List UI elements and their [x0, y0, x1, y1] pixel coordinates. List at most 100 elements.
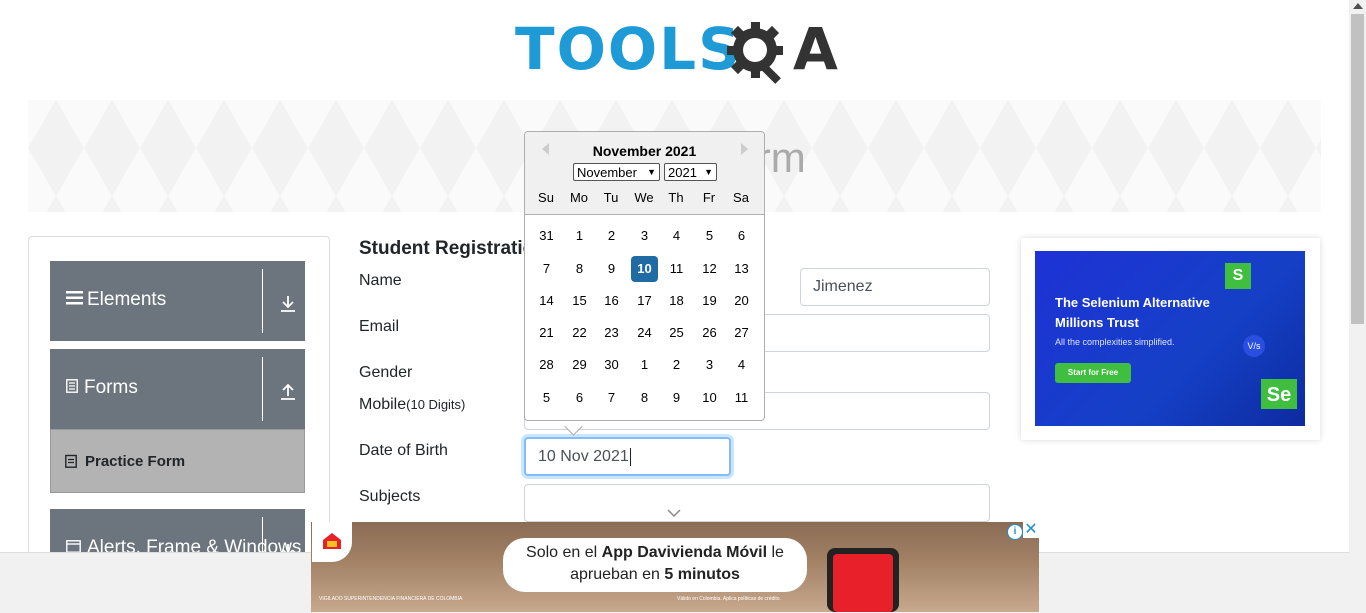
- calendar-day[interactable]: 7: [598, 385, 625, 411]
- chevron-down-icon: [667, 509, 681, 517]
- logo-text-tools: TOOLS: [515, 15, 742, 83]
- upload-arrow-icon[interactable]: [280, 383, 296, 401]
- calendar-day[interactable]: 8: [566, 256, 593, 282]
- calendar-day[interactable]: 26: [696, 320, 723, 346]
- calendar-day[interactable]: 27: [728, 320, 755, 346]
- calendar-day[interactable]: 29: [566, 352, 593, 378]
- calendar-day[interactable]: 25: [663, 320, 690, 346]
- email-label: Email: [359, 318, 400, 335]
- ad-line1-suffix: le: [767, 544, 784, 561]
- day-name: We: [634, 190, 654, 205]
- calendar-day[interactable]: 16: [598, 288, 625, 314]
- toolsqa-logo[interactable]: TOOLS A: [515, 16, 840, 92]
- calendar-day[interactable]: 9: [663, 385, 690, 411]
- day-name: Th: [668, 190, 684, 205]
- calendar-day[interactable]: 30: [598, 352, 625, 378]
- calendar-day[interactable]: 1: [631, 352, 658, 378]
- subjects-input[interactable]: [524, 484, 990, 522]
- calendar-day[interactable]: 17: [631, 288, 658, 314]
- ad-info-icon[interactable]: i: [1007, 524, 1023, 540]
- gear-magnifier-icon: [727, 22, 783, 84]
- ad-brand-badge: [312, 522, 352, 562]
- ad-bottom-banner[interactable]: Solo en el App Davivienda Móvil le aprue…: [311, 522, 1039, 612]
- calendar-day[interactable]: 18: [663, 288, 690, 314]
- calendar-day[interactable]: 9: [598, 256, 625, 282]
- sidebar-group-elements[interactable]: Elements: [50, 261, 305, 341]
- calendar-month-title: November 2021: [592, 143, 697, 159]
- day-name: Tu: [603, 190, 619, 205]
- calendar-day[interactable]: 8: [631, 385, 658, 411]
- subjects-label: Subjects: [359, 488, 421, 505]
- calendar-day[interactable]: 7: [533, 256, 560, 282]
- sidebar-group-label: Forms: [84, 377, 138, 399]
- chevron-down-icon: ▼: [704, 167, 713, 177]
- year-select[interactable]: 2021 ▼: [664, 163, 717, 181]
- dob-label: Date of Birth: [359, 442, 448, 459]
- calendar-day[interactable]: 11: [728, 385, 755, 411]
- mobile-label-text: Mobile: [359, 396, 407, 413]
- divider: [262, 269, 263, 333]
- calendar-day[interactable]: 28: [533, 352, 560, 378]
- calendar-day[interactable]: 12: [696, 256, 723, 282]
- month-select-value: November: [577, 164, 637, 180]
- day-name: Su: [538, 190, 554, 205]
- calendar-day[interactable]: 2: [663, 352, 690, 378]
- calendar-day[interactable]: 2: [598, 223, 625, 249]
- ad-right-banner[interactable]: The Selenium Alternative Millions Trust …: [1035, 251, 1305, 426]
- sidebar-group-forms[interactable]: Forms: [50, 349, 305, 429]
- ad-watermark: VIGILADO SUPERINTENDENCIA FINANCIERA DE …: [319, 596, 463, 602]
- ad-close-icon[interactable]: ✕: [1023, 522, 1039, 538]
- calendar-day[interactable]: 5: [696, 223, 723, 249]
- calendar-day[interactable]: 11: [663, 256, 690, 282]
- sidebar-item-practice-form[interactable]: Practice Form: [50, 429, 305, 493]
- calendar-day[interactable]: 13: [728, 256, 755, 282]
- calendar-day[interactable]: 14: [533, 288, 560, 314]
- ad-bottom-message: Solo en el App Davivienda Móvil le aprue…: [503, 538, 807, 592]
- scroll-up-arrow-icon[interactable]: [1353, 3, 1363, 9]
- last-name-value: Jimenez: [813, 278, 873, 295]
- phone-image: [827, 548, 899, 612]
- ad-badge-s: S: [1225, 263, 1251, 289]
- ad-line2-prefix: aprueban en: [570, 566, 665, 583]
- ad-line1-bold: App Davivienda Móvil: [601, 544, 768, 561]
- calendar-day[interactable]: 3: [631, 223, 658, 249]
- datepicker-calendar[interactable]: November 2021 November ▼ 2021 ▼ Su Mo Tu We Th…: [524, 131, 765, 421]
- next-month-icon[interactable]: [741, 143, 748, 155]
- calendar-day[interactable]: 31: [533, 223, 560, 249]
- ad-headline: The Selenium Alternative Millions Trust: [1055, 295, 1210, 330]
- ad-subtext: All the complexities simplified.: [1055, 337, 1175, 347]
- mobile-label: Mobile(10 Digits): [359, 396, 465, 414]
- ad-line2-bold: 5 minutos: [664, 566, 740, 583]
- calendar-day[interactable]: 1: [566, 223, 593, 249]
- calendar-day[interactable]: 24: [631, 320, 658, 346]
- calendar-day[interactable]: 6: [566, 385, 593, 411]
- sidebar-item-label: Practice Form: [85, 453, 186, 470]
- calendar-day[interactable]: 6: [728, 223, 755, 249]
- calendar-day[interactable]: 4: [663, 223, 690, 249]
- download-arrow-icon[interactable]: [280, 295, 296, 313]
- date-of-birth-input[interactable]: 10 Nov 2021: [524, 437, 731, 476]
- gender-label: Gender: [359, 364, 413, 381]
- calendar-day[interactable]: 19: [696, 288, 723, 314]
- calendar-day[interactable]: 23: [598, 320, 625, 346]
- calendar-day[interactable]: 21: [533, 320, 560, 346]
- house-logo-icon: [323, 533, 341, 549]
- scrollbar-thumb[interactable]: [1351, 14, 1364, 324]
- last-name-input[interactable]: Jimenez: [800, 268, 990, 306]
- calendar-day[interactable]: 4: [728, 352, 755, 378]
- calendar-day[interactable]: 3: [696, 352, 723, 378]
- ad-fine-print: Válido en Colombia. Aplica políticas de …: [677, 596, 781, 602]
- clipboard-icon: [65, 454, 77, 468]
- calendar-day[interactable]: 20: [728, 288, 755, 314]
- calendar-day[interactable]: 5: [533, 385, 560, 411]
- calendar-day[interactable]: 15: [566, 288, 593, 314]
- calendar-day[interactable]: 22: [566, 320, 593, 346]
- hamburger-icon: [66, 289, 83, 311]
- calendar-day[interactable]: 10: [696, 385, 723, 411]
- dob-value: 10 Nov 2021: [538, 447, 629, 465]
- document-icon: [66, 377, 78, 399]
- ad-cta-button[interactable]: Start for Free: [1055, 363, 1131, 383]
- ad-badge-se: Se: [1261, 379, 1297, 409]
- calendar-day-selected[interactable]: 10: [631, 256, 658, 282]
- month-select[interactable]: November ▼: [573, 163, 660, 181]
